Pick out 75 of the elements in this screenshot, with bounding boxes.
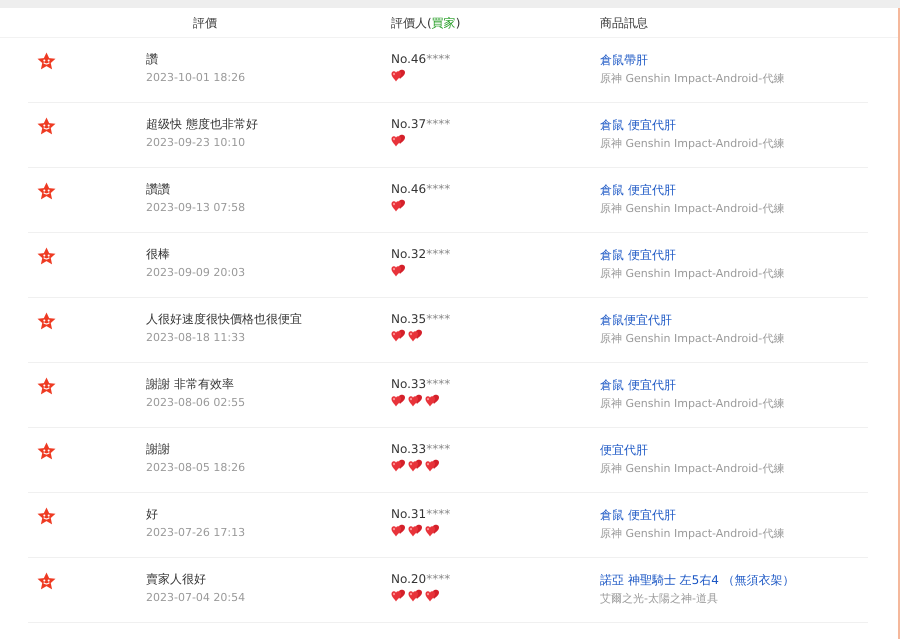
product-link[interactable]: 倉鼠 便宜代肝	[600, 508, 676, 522]
hearts-icon	[391, 199, 407, 212]
smiling-star-icon	[37, 182, 56, 200]
hearts-icon	[408, 394, 424, 407]
hearts-icon	[408, 459, 424, 472]
buyer-name: No.46****	[391, 181, 452, 197]
product-link[interactable]: 倉鼠便宜代肝	[600, 313, 672, 327]
hearts-icon	[391, 459, 407, 472]
game-category: 原神 Genshin Impact-Android-代練	[600, 136, 786, 152]
column-header: 評價	[193, 16, 217, 30]
buyer-name: No.37****	[391, 116, 452, 132]
game-category: 原神 Genshin Impact-Android-代練	[600, 331, 786, 347]
review-time: 2023-09-09 20:03	[146, 265, 246, 281]
hearts-icon	[391, 69, 407, 82]
hearts-icon	[391, 264, 407, 277]
smiling-star-icon	[37, 52, 56, 70]
smiling-star-icon	[37, 442, 56, 460]
review-comment: 超级快 態度也非常好	[146, 116, 259, 132]
smiling-star-icon	[37, 376, 56, 395]
buyer-name: No.31****	[391, 506, 452, 522]
buyer-name: No.33****	[391, 376, 452, 392]
product-link[interactable]: 倉鼠 便宜代肝	[600, 248, 676, 262]
buyer-name: No.33****	[391, 441, 452, 457]
buyer-name: No.32****	[391, 246, 452, 262]
hearts-icon	[425, 524, 441, 537]
review-time: 2023-08-05 18:26	[146, 460, 246, 476]
game-category: 原神 Genshin Impact-Android-代練	[600, 396, 786, 412]
buyer-name: No.35****	[391, 311, 452, 327]
hearts-icon	[408, 329, 424, 342]
product-link[interactable]: 倉鼠帶肝	[600, 53, 648, 67]
product-link[interactable]: 倉鼠 便宜代肝	[600, 183, 676, 197]
smiling-star-icon	[37, 116, 56, 135]
review-comment: 讚	[146, 51, 159, 67]
review-comment: 很棒	[146, 246, 171, 262]
product-link[interactable]: 倉鼠 便宜代肝	[600, 378, 676, 392]
game-category: 原神 Genshin Impact-Android-代練	[600, 71, 786, 87]
smiling-star-icon	[37, 312, 56, 330]
hearts-icon	[391, 394, 407, 407]
hearts-icon	[391, 134, 407, 147]
review-time: 2023-07-26 17:13	[146, 525, 246, 541]
product-link[interactable]: 倉鼠 便宜代肝	[600, 118, 676, 132]
hearts-icon	[408, 589, 424, 602]
review-time: 2023-09-23 10:10	[146, 135, 246, 151]
product-link[interactable]: 便宜代肝	[600, 443, 648, 457]
review-time: 2023-09-13 07:58	[146, 200, 246, 216]
game-category: 原神 Genshin Impact-Android-代練	[600, 201, 786, 217]
buyer-name: No.20****	[391, 571, 452, 587]
hearts-icon	[425, 459, 441, 472]
review-time: 2023-08-06 02:55	[146, 395, 246, 411]
review-time: 2023-08-18 11:33	[146, 330, 246, 346]
game-category: 原神 Genshin Impact-Android-代練	[600, 526, 786, 542]
smiling-star-icon	[37, 246, 56, 265]
game-category: 原神 Genshin Impact-Android-代練	[600, 266, 786, 282]
hearts-icon	[391, 329, 407, 342]
review-comment: 賣家人很好	[146, 571, 207, 587]
review-comment: 謝謝	[146, 441, 171, 457]
buyer-name: No.46****	[391, 51, 452, 67]
smiling-star-icon	[37, 506, 56, 525]
hearts-icon	[408, 524, 424, 537]
review-comment: 謝謝 非常有效率	[146, 376, 235, 392]
hearts-icon	[391, 589, 407, 602]
game-category: 原神 Genshin Impact-Android-代練	[600, 461, 786, 477]
review-comment: 讚讚	[146, 181, 171, 197]
column-header: 評價人(買家)	[391, 16, 460, 30]
column-header: 商品訊息	[600, 16, 648, 30]
review-time: 2023-07-04 20:54	[146, 590, 246, 606]
review-comment: 人很好速度很快價格也很便宜	[146, 311, 303, 327]
product-link[interactable]: 諾亞 神聖騎士 左5右4 （無須衣架）	[600, 573, 795, 587]
hearts-icon	[391, 524, 407, 537]
game-category: 艾爾之光-太陽之神-道具	[600, 591, 719, 607]
hearts-icon	[425, 589, 441, 602]
review-comment: 好	[146, 506, 159, 522]
review-time: 2023-10-01 18:26	[146, 70, 246, 86]
hearts-icon	[425, 394, 441, 407]
smiling-star-icon	[37, 572, 56, 590]
